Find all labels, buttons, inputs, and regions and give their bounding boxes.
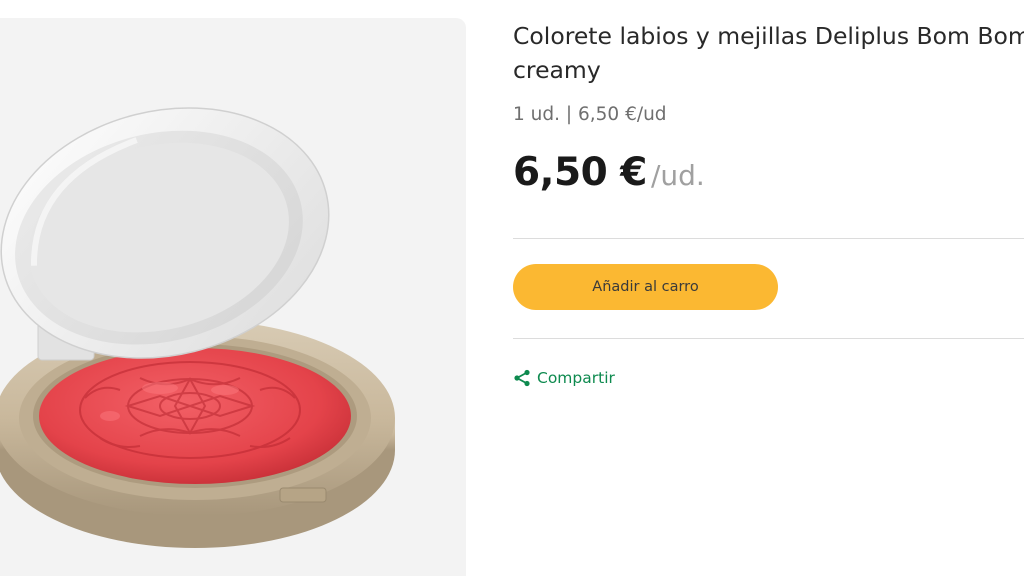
product-page: Colorete labios y mejillas Deliplus Bom … [0, 0, 1024, 576]
price-row: 6,50 €/ud. [513, 150, 705, 195]
share-label: Compartir [537, 369, 615, 387]
price-unit: /ud. [650, 159, 705, 192]
unit-price-info: 1 ud. | 6,50 €/ud [513, 104, 667, 125]
divider [513, 338, 1024, 339]
divider [513, 238, 1024, 239]
product-image [0, 18, 466, 576]
product-title: Colorete labios y mejillas Deliplus Bom … [513, 22, 1024, 84]
add-to-cart-button[interactable]: Añadir al carro [513, 264, 778, 310]
product-price: 6,50 € [513, 150, 647, 195]
product-info: Colorete labios y mejillas Deliplus Bom … [513, 0, 1024, 576]
blush-compact-image [0, 107, 395, 548]
share-icon [513, 369, 531, 387]
share-link[interactable]: Compartir [513, 369, 615, 387]
